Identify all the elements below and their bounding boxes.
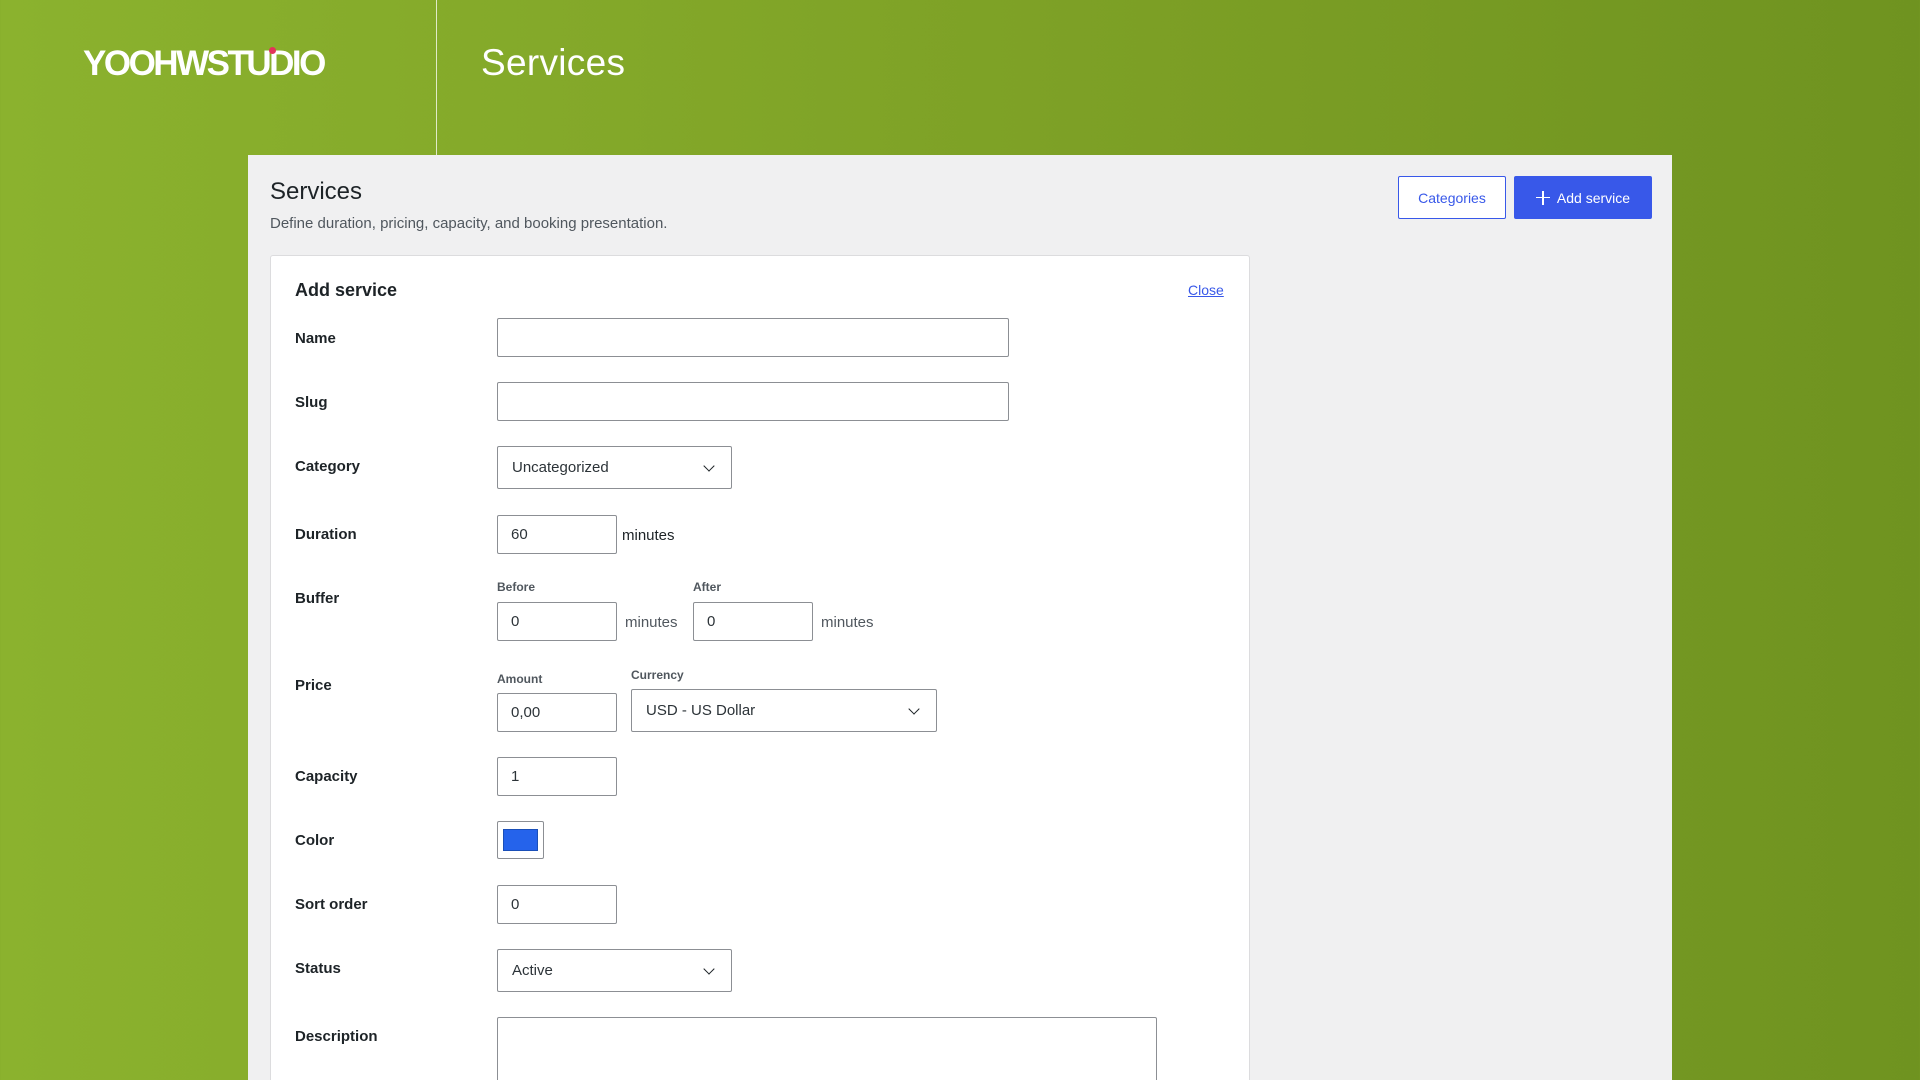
duration-label: Duration bbox=[295, 526, 357, 543]
category-select[interactable]: Uncategorized bbox=[497, 446, 732, 489]
buffer-after-label: After bbox=[693, 580, 722, 594]
capacity-input[interactable]: 1 bbox=[497, 757, 617, 796]
header-divider bbox=[436, 0, 437, 155]
main-panel: Services Define duration, pricing, capac… bbox=[248, 155, 1672, 1080]
currency-selected-value: USD - US Dollar bbox=[646, 702, 756, 719]
name-input[interactable] bbox=[497, 318, 1009, 357]
plus-icon bbox=[1535, 190, 1550, 205]
brand-logo[interactable]: YOOHWSTUDIO bbox=[83, 44, 326, 84]
categories-button-label: Categories bbox=[1418, 189, 1486, 206]
add-service-button-label: Add service bbox=[1556, 189, 1631, 206]
chevron-down-icon bbox=[703, 459, 715, 472]
status-label: Status bbox=[295, 960, 341, 977]
currency-label: Currency bbox=[631, 668, 684, 682]
categories-button[interactable]: Categories bbox=[1398, 176, 1506, 219]
buffer-label: Buffer bbox=[295, 590, 340, 607]
sort-order-input[interactable]: 0 bbox=[497, 885, 617, 924]
color-swatch bbox=[503, 829, 538, 851]
buffer-before-unit: minutes bbox=[625, 614, 678, 631]
form-title: Add service bbox=[295, 280, 398, 300]
close-link[interactable]: Close bbox=[1188, 282, 1224, 298]
sort-order-label: Sort order bbox=[295, 896, 368, 913]
duration-input[interactable]: 60 bbox=[497, 515, 617, 554]
price-amount-label: Amount bbox=[497, 672, 543, 686]
slug-input[interactable] bbox=[497, 382, 1009, 421]
status-selected-value: Active bbox=[512, 962, 553, 979]
buffer-after-input[interactable]: 0 bbox=[693, 602, 813, 641]
currency-select[interactable]: USD - US Dollar bbox=[631, 689, 937, 732]
name-label: Name bbox=[295, 330, 336, 347]
price-amount-input[interactable]: 0,00 bbox=[497, 693, 617, 732]
buffer-before-label: Before bbox=[497, 580, 536, 594]
price-label: Price bbox=[295, 677, 332, 694]
duration-unit: minutes bbox=[622, 527, 675, 544]
add-service-form: Add service Close Name Slug Category Unc… bbox=[270, 255, 1250, 1080]
slug-label: Slug bbox=[295, 394, 328, 411]
category-selected-value: Uncategorized bbox=[512, 459, 609, 476]
description-textarea[interactable] bbox=[497, 1017, 1157, 1080]
color-label: Color bbox=[295, 832, 335, 849]
buffer-before-input[interactable]: 0 bbox=[497, 602, 617, 641]
color-picker[interactable] bbox=[497, 821, 544, 859]
capacity-label: Capacity bbox=[295, 768, 358, 785]
category-label: Category bbox=[295, 458, 361, 475]
chevron-down-icon bbox=[908, 702, 920, 715]
page-title: Services bbox=[270, 178, 363, 205]
chevron-down-icon bbox=[703, 962, 715, 975]
header-title: Services bbox=[481, 42, 626, 83]
top-bar: YOOHWSTUDIO Services bbox=[0, 0, 1920, 155]
description-label: Description bbox=[295, 1028, 378, 1045]
buffer-after-unit: minutes bbox=[821, 614, 874, 631]
page-description: Define duration, pricing, capacity, and … bbox=[270, 215, 668, 232]
status-select[interactable]: Active bbox=[497, 949, 732, 992]
add-service-button[interactable]: Add service bbox=[1514, 176, 1652, 219]
logo-accent-dot bbox=[269, 47, 276, 54]
